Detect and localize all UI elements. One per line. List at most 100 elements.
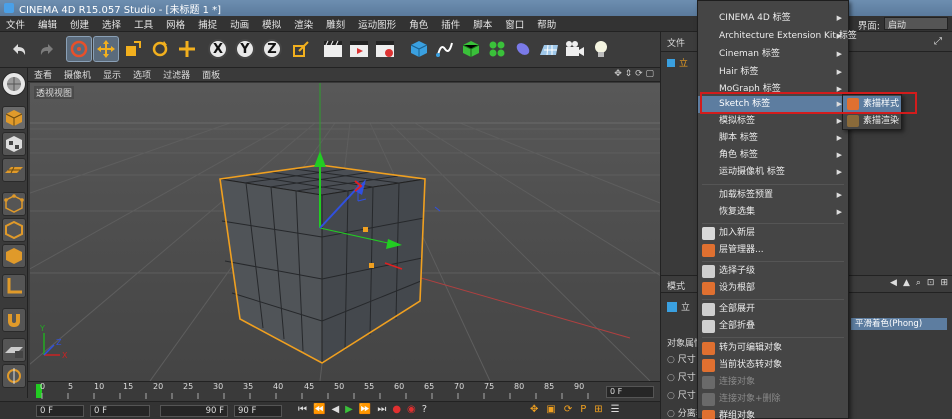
preview-max-field[interactable]: 90 F bbox=[160, 405, 228, 417]
rotate-button[interactable] bbox=[147, 36, 173, 62]
menu-item-select-children[interactable]: 选择子级 bbox=[698, 263, 848, 280]
menu-file[interactable]: 文件 bbox=[6, 17, 25, 31]
radio-icon[interactable]: ○ bbox=[667, 355, 675, 365]
workplane-mode-button[interactable] bbox=[2, 158, 26, 182]
rotation-key-icon[interactable]: ⟳ bbox=[564, 404, 572, 418]
viewport-navigation-icons[interactable]: ✥ ⇕ ⟳ ▢ bbox=[614, 69, 654, 79]
edges-mode-button[interactable] bbox=[2, 218, 26, 242]
menu-plugins[interactable]: 插件 bbox=[441, 17, 460, 31]
make-editable-button[interactable] bbox=[2, 72, 26, 96]
viewport-menu-cameras[interactable]: 摄像机 bbox=[64, 68, 91, 81]
menu-help[interactable]: 帮助 bbox=[537, 17, 556, 31]
new-panel-icon[interactable]: ⊞ bbox=[940, 278, 948, 288]
undo-button[interactable] bbox=[6, 36, 32, 62]
menu-item-load-tag-preset[interactable]: 加载标签预置 ▶ bbox=[698, 187, 848, 204]
current-frame-field[interactable]: 0 F bbox=[606, 386, 654, 398]
cube-object-button[interactable] bbox=[406, 36, 432, 62]
viewport-menu-display[interactable]: 显示 bbox=[103, 68, 121, 81]
timeline-ruler[interactable]: 0 5 10 15 20 25 30 35 40 45 50 55 60 65 … bbox=[28, 381, 660, 401]
menu-tools[interactable]: 工具 bbox=[134, 17, 153, 31]
back-arrow-icon[interactable]: ◀ bbox=[890, 278, 897, 288]
menu-animate[interactable]: 动画 bbox=[230, 17, 249, 31]
camera-button[interactable] bbox=[562, 36, 588, 62]
object-list-item[interactable]: 立 bbox=[667, 56, 688, 69]
menu-item-cinema4d-tags[interactable]: CINEMA 4D 标签 ▶ bbox=[698, 10, 848, 27]
menu-item-current-state-to-object[interactable]: 当前状态转对象 bbox=[698, 357, 848, 374]
previous-key-icon[interactable]: ⏪ bbox=[313, 404, 325, 418]
live-selection-button[interactable] bbox=[66, 36, 92, 62]
menu-item-make-editable[interactable]: 转为可编辑对象 bbox=[698, 340, 848, 357]
go-to-end-icon[interactable]: ⏭ bbox=[377, 404, 386, 418]
position-key-icon[interactable]: ✥ bbox=[530, 404, 538, 418]
recent-tool-button[interactable] bbox=[174, 36, 200, 62]
menu-item-layer-manager[interactable]: 层管理器... bbox=[698, 242, 848, 259]
scale-key-icon[interactable]: ▣ bbox=[546, 404, 555, 418]
preview-min-field[interactable]: 0 F bbox=[90, 405, 150, 417]
menu-sculpt[interactable]: 雕刻 bbox=[326, 17, 345, 31]
render-settings-button[interactable] bbox=[372, 36, 398, 62]
y-axis-button[interactable]: Y bbox=[235, 39, 255, 59]
menu-item-motion-camera-tags[interactable]: 运动摄像机 标签 ▶ bbox=[698, 164, 848, 181]
render-view-button[interactable] bbox=[320, 36, 346, 62]
menu-create[interactable]: 创建 bbox=[70, 17, 89, 31]
menu-mesh[interactable]: 网格 bbox=[166, 17, 185, 31]
menu-simulate[interactable]: 模拟 bbox=[262, 17, 281, 31]
viewport-menu-options[interactable]: 选项 bbox=[133, 68, 151, 81]
search-icon[interactable]: ⌕ bbox=[916, 278, 921, 288]
menu-mograph[interactable]: 运动图形 bbox=[358, 17, 396, 31]
solo-button[interactable] bbox=[2, 364, 26, 388]
menu-item-architecture-tags[interactable]: Architecture Extension Kit 标签 ▶ bbox=[698, 28, 857, 45]
menu-item-add-new-layer[interactable]: 加入新层 bbox=[698, 225, 848, 242]
parameter-key-icon[interactable]: P bbox=[580, 404, 586, 418]
axis-mode-button[interactable] bbox=[2, 274, 26, 298]
radio-icon[interactable]: ○ bbox=[667, 391, 675, 401]
menu-script[interactable]: 脚本 bbox=[473, 17, 492, 31]
pla-key-icon[interactable]: ⊞ bbox=[594, 404, 602, 418]
lock-icon[interactable]: ⊡ bbox=[927, 278, 935, 288]
floor-button[interactable] bbox=[536, 36, 562, 62]
autokey-icon[interactable]: ◉ bbox=[407, 404, 416, 418]
coordinate-system-button[interactable] bbox=[288, 36, 314, 62]
snapping-button[interactable] bbox=[2, 308, 26, 332]
viewport-menu-filter[interactable]: 过滤器 bbox=[163, 68, 190, 81]
attribute-mode-tab[interactable]: 模式 bbox=[667, 282, 685, 292]
play-icon[interactable]: ▶ bbox=[345, 404, 353, 418]
timeline-menu-icon[interactable]: ☰ bbox=[611, 404, 620, 418]
scale-button[interactable] bbox=[120, 36, 146, 62]
polygons-mode-button[interactable] bbox=[2, 244, 26, 268]
nurbs-button[interactable] bbox=[458, 36, 484, 62]
menu-item-hair-tags[interactable]: Hair 标签 ▶ bbox=[698, 64, 848, 81]
move-button[interactable] bbox=[93, 36, 119, 62]
menu-item-connect-objects[interactable]: 连接对象 bbox=[698, 374, 848, 391]
redo-button[interactable] bbox=[34, 36, 60, 62]
menu-item-group-objects[interactable]: 群组对象 bbox=[698, 408, 848, 419]
perspective-viewport[interactable]: Y X Z 透视视图 bbox=[30, 83, 660, 381]
viewport-menu-panel[interactable]: 面板 bbox=[202, 68, 220, 81]
light-button[interactable] bbox=[588, 36, 614, 62]
menu-window[interactable]: 窗口 bbox=[505, 17, 524, 31]
submenu-item-sketch-render[interactable]: 素描渲染 bbox=[843, 113, 901, 129]
model-mode-button[interactable] bbox=[2, 106, 26, 130]
menu-item-script-tags[interactable]: 脚本 标签 ▶ bbox=[698, 130, 848, 147]
menu-item-collapse-all[interactable]: 全部折叠 bbox=[698, 318, 848, 335]
mograph-cloner-button[interactable] bbox=[484, 36, 510, 62]
menu-render[interactable]: 渲染 bbox=[294, 17, 313, 31]
object-manager-file-tab[interactable]: 文件 bbox=[667, 39, 685, 49]
menu-item-simulation-tags[interactable]: 模拟标签 ▶ bbox=[698, 113, 848, 130]
lock-workplane-button[interactable] bbox=[2, 338, 26, 362]
menu-item-cineman-tags[interactable]: Cineman 标签 ▶ bbox=[698, 46, 848, 63]
menu-item-connect-and-delete[interactable]: 连接对象+删除 bbox=[698, 391, 848, 408]
record-icon[interactable]: ● bbox=[392, 404, 401, 418]
menu-snap[interactable]: 捕捉 bbox=[198, 17, 217, 31]
layout-select[interactable]: 启动 bbox=[884, 17, 948, 31]
next-key-icon[interactable]: ⏩ bbox=[359, 404, 371, 418]
menu-edit[interactable]: 编辑 bbox=[38, 17, 57, 31]
menu-item-restore-selection[interactable]: 恢复选集 ▶ bbox=[698, 204, 848, 221]
keyframe-selection-icon[interactable]: ? bbox=[422, 404, 427, 418]
menu-character[interactable]: 角色 bbox=[409, 17, 428, 31]
menu-item-expand-all[interactable]: 全部展开 bbox=[698, 301, 848, 318]
menu-item-set-as-root[interactable]: 设为根部 bbox=[698, 280, 848, 297]
deformer-button[interactable] bbox=[510, 36, 536, 62]
play-backwards-icon[interactable]: ◀ bbox=[331, 404, 339, 418]
x-axis-button[interactable]: X bbox=[208, 39, 228, 59]
